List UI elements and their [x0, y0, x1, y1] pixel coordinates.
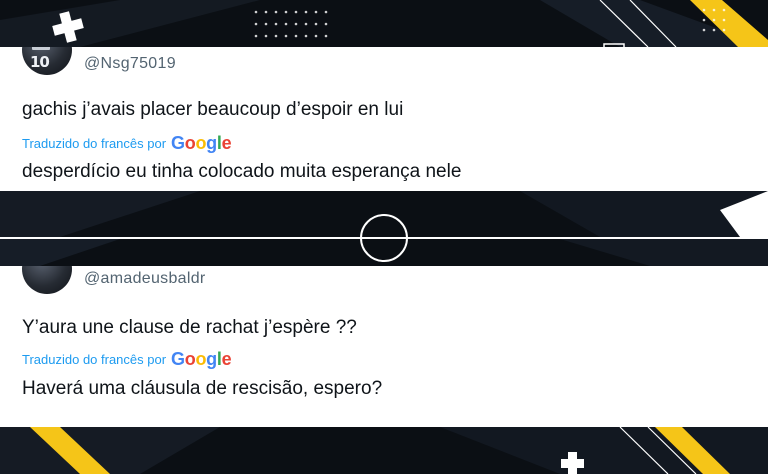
google-logo: Google [171, 349, 232, 369]
tweet-original-text: gachis j’avais placer beaucoup d’espoir … [22, 99, 404, 120]
tweet-card: @amadeusbaldr Y’aura une clause de racha… [0, 266, 768, 427]
translated-by-link[interactable]: Traduzido do francês por Google [22, 133, 232, 153]
tweet-translation-text: Haverá uma cláusula de rescisão, espero? [22, 378, 383, 399]
avatar[interactable] [22, 266, 72, 294]
avatar[interactable]: 10 [22, 47, 72, 75]
tweet-original-text: Y’aura une clause de rachat j’espère ?? [22, 317, 357, 338]
user-handle[interactable]: @amadeusbaldr [84, 270, 206, 288]
translated-by-label: Traduzido do francês por [22, 351, 167, 367]
google-logo: Google [171, 133, 232, 153]
tweet-card: 10 @Nsg75019 gachis j’avais placer beauc… [0, 47, 768, 191]
tweet-translation-text: desperdício eu tinha colocado muita espe… [22, 161, 462, 182]
center-circle [360, 214, 408, 262]
avatar-detail [32, 47, 50, 50]
user-handle[interactable]: @Nsg75019 [84, 55, 176, 73]
translated-by-label: Traduzido do francês por [22, 135, 167, 151]
avatar-jersey-number: 10 [30, 53, 50, 71]
translated-by-link[interactable]: Traduzido do francês por Google [22, 349, 232, 369]
